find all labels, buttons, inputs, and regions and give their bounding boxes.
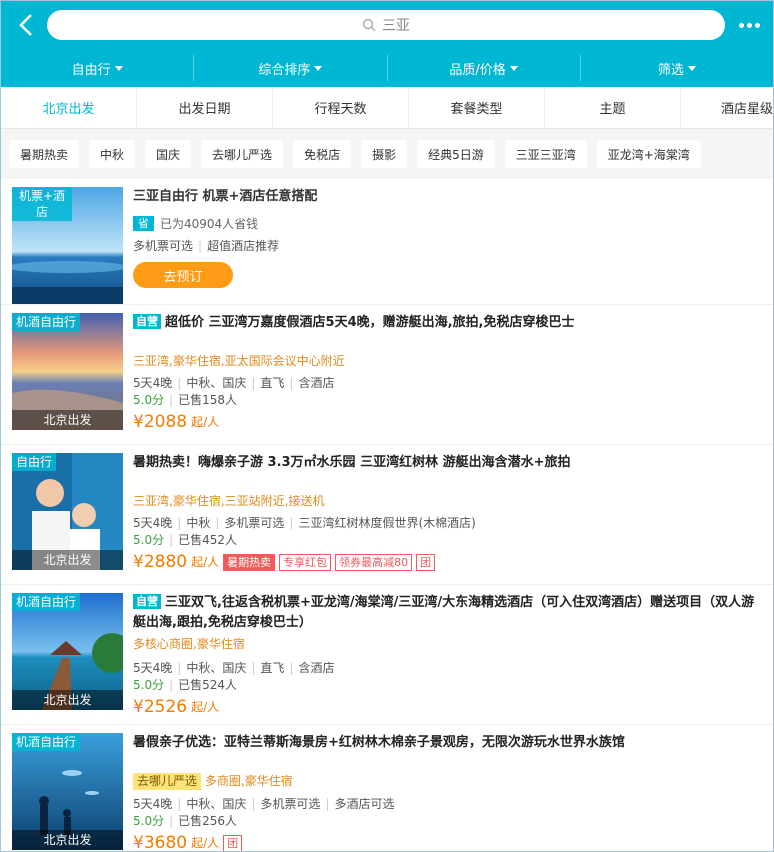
caret-down-icon xyxy=(314,65,323,71)
header: 三亚 xyxy=(1,1,773,49)
group-tag: 团 xyxy=(416,553,436,571)
product-image: 机酒自由行 北京出发 xyxy=(12,733,123,850)
meta-row: 5天4晚 | 中秋、国庆 | 直飞 | 含酒店 xyxy=(133,661,335,675)
app-frame: 三亚 自由行 综合排序 品质/价格 筛选 北京出发 出发日期 行程天数 套餐类型… xyxy=(0,0,774,852)
filter-sort[interactable]: 综合排序 xyxy=(194,55,388,81)
product-image: 自由行 北京出发 xyxy=(12,453,123,570)
score-row: 5.0分 | 已售524人 xyxy=(133,678,238,692)
caret-down-icon xyxy=(687,65,696,71)
filter-screen[interactable]: 筛选 xyxy=(581,55,773,81)
chip[interactable]: 免税店 xyxy=(293,140,352,168)
tab-date[interactable]: 出发日期 xyxy=(137,87,273,128)
chip[interactable]: 中秋 xyxy=(89,140,136,168)
self-operated-badge: 自营 xyxy=(133,314,161,329)
score-row: 5.0分 | 已售158人 xyxy=(133,393,238,407)
promo-tag: 领券最高减80 xyxy=(335,553,413,571)
chip[interactable]: 暑期热卖 xyxy=(9,140,80,168)
tab-hotel-star[interactable]: 酒店星级 xyxy=(681,87,773,128)
product-desc: 多机票可选 | 超值酒店推荐 xyxy=(133,239,280,253)
location: 多核心商圈,豪华住宿 xyxy=(133,637,245,651)
product-info: 自营 超低价 三亚湾万嘉度假酒店5天4晚，赠游艇出海,旅拍,免税店穿梭巴士 三亚湾… xyxy=(123,313,773,444)
save-row: 省 已为40904人省钱 xyxy=(133,215,765,232)
chip[interactable]: 三亚三亚湾 xyxy=(504,140,587,168)
qunar-select-badge: 去哪儿严选 xyxy=(133,773,202,790)
price: ¥3680 起/人 团 xyxy=(133,832,765,851)
group-tag: 团 xyxy=(223,834,243,851)
product-info: 暑期热卖！嗨爆亲子游 3.3万㎡水乐园 三亚湾红树林 游艇出海含潜水+旅拍 三亚… xyxy=(123,453,773,584)
search-icon xyxy=(362,18,376,32)
tab-bar: 北京出发 出发日期 行程天数 套餐类型 主题 酒店星级 xyxy=(1,87,773,129)
price: ¥2088 起/人 xyxy=(133,412,220,432)
product-list: 机票+酒店 三亚自由行 机票+酒店任意搭配 省 已为40904人省钱 多机票可选… xyxy=(1,179,773,851)
chip[interactable]: 去哪儿严选 xyxy=(201,140,284,168)
list-item[interactable]: 自由行 北京出发 暑期热卖！嗨爆亲子游 3.3万㎡水乐园 三亚湾红树林 游艇出海… xyxy=(1,445,773,585)
quick-tags: 暑期热卖 中秋 国庆 去哪儿严选 免税店 摄影 经典5日游 三亚三亚湾 亚龙湾+… xyxy=(1,129,773,179)
product-info: 自营 三亚双飞,往返含税机票+亚龙湾/海棠湾/三亚湾/大东海精选酒店（可入住双湾酒… xyxy=(123,593,773,724)
list-item[interactable]: 机酒自由行 北京出发 自营 三亚双飞,往返含税机票+亚龙湾/海棠湾/三亚湾/大东海… xyxy=(1,585,773,725)
chip[interactable]: 亚龙湾+海棠湾 xyxy=(596,140,701,168)
back-button[interactable] xyxy=(11,10,41,40)
caret-down-icon xyxy=(509,65,518,71)
caret-down-icon xyxy=(114,65,123,71)
product-type-tag: 机酒自由行 xyxy=(12,313,81,331)
score-row: 5.0分 | 已售452人 xyxy=(133,533,238,547)
save-text: 已为40904人省钱 xyxy=(160,217,259,231)
score-row: 5.0分 | 已售256人 xyxy=(133,814,238,828)
product-type-tag: 自由行 xyxy=(12,453,57,471)
price: ¥2880 起/人 暑期热卖 专享红包 领券最高减80 团 xyxy=(133,551,765,573)
product-type-tag: 机票+酒店 xyxy=(12,187,72,221)
tab-days[interactable]: 行程天数 xyxy=(273,87,409,128)
chevron-left-icon xyxy=(19,14,32,36)
product-info: 暑假亲子优选：亚特兰蒂斯海景房+红树林木棉亲子景观房，无限次游玩水世界水族馆 去… xyxy=(123,733,773,851)
tab-package[interactable]: 套餐类型 xyxy=(409,87,545,128)
self-operated-badge: 自营 xyxy=(133,594,161,609)
search-text: 三亚 xyxy=(382,18,410,34)
location: 三亚湾,豪华住宿,三亚站附近,接送机 xyxy=(133,494,325,508)
departure-label: 北京出发 xyxy=(12,410,123,430)
meta-row: 5天4晚 | 中秋、国庆 | 多机票可选 | 多酒店可选 xyxy=(133,797,395,811)
product-title: 自营 超低价 三亚湾万嘉度假酒店5天4晚，赠游艇出海,旅拍,免税店穿梭巴士 xyxy=(133,313,765,333)
meta-row: 5天4晚 | 中秋 | 多机票可选 | 三亚湾红树林度假世界(木棉酒店) xyxy=(133,516,476,530)
product-title: 三亚自由行 机票+酒店任意搭配 xyxy=(133,189,318,204)
product-title: 暑假亲子优选：亚特兰蒂斯海景房+红树林木棉亲子景观房，无限次游玩水世界水族馆 xyxy=(133,735,625,750)
filter-type[interactable]: 自由行 xyxy=(1,55,195,81)
product-type-tag: 机酒自由行 xyxy=(12,733,81,751)
location: 三亚湾,豪华住宿,亚太国际会议中心附近 xyxy=(133,354,345,368)
chip[interactable]: 经典5日游 xyxy=(417,140,495,168)
promo-tag: 专享红包 xyxy=(279,553,332,571)
more-icon[interactable] xyxy=(735,22,763,28)
book-button[interactable]: 去预订 xyxy=(133,262,233,288)
product-image: 机酒自由行 北京出发 xyxy=(12,313,123,430)
chip[interactable]: 摄影 xyxy=(361,140,408,168)
list-item[interactable]: 机酒自由行 北京出发 暑假亲子优选：亚特兰蒂斯海景房+红树林木棉亲子景观房，无限… xyxy=(1,725,773,851)
departure-label: 北京出发 xyxy=(12,690,123,710)
departure-label: 北京出发 xyxy=(12,830,123,850)
save-badge: 省 xyxy=(133,216,154,231)
list-item-featured[interactable]: 机票+酒店 三亚自由行 机票+酒店任意搭配 省 已为40904人省钱 多机票可选… xyxy=(1,179,773,305)
product-image: 机酒自由行 北京出发 xyxy=(12,593,123,710)
product-title: 自营 三亚双飞,往返含税机票+亚龙湾/海棠湾/三亚湾/大东海精选酒店（可入住双湾酒… xyxy=(133,594,755,630)
product-type-tag: 机酒自由行 xyxy=(12,593,81,611)
product-image: 机票+酒店 xyxy=(12,187,123,304)
search-input[interactable]: 三亚 xyxy=(47,10,725,40)
list-item[interactable]: 机酒自由行 北京出发 自营 超低价 三亚湾万嘉度假酒店5天4晚，赠游艇出海,旅拍,… xyxy=(1,305,773,445)
price: ¥2526 起/人 xyxy=(133,697,220,717)
departure-label: 北京出发 xyxy=(12,550,123,570)
promo-tag: 暑期热卖 xyxy=(223,553,276,571)
filter-bar: 自由行 综合排序 品质/价格 筛选 xyxy=(1,49,773,87)
meta-row: 5天4晚 | 中秋、国庆 | 直飞 | 含酒店 xyxy=(133,376,335,390)
product-title: 暑期热卖！嗨爆亲子游 3.3万㎡水乐园 三亚湾红树林 游艇出海含潜水+旅拍 xyxy=(133,455,571,470)
filter-quality-price[interactable]: 品质/价格 xyxy=(388,55,581,81)
tab-departure[interactable]: 北京出发 xyxy=(1,87,137,128)
product-info: 三亚自由行 机票+酒店任意搭配 省 已为40904人省钱 多机票可选 | 超值酒店推… xyxy=(123,187,773,304)
chip[interactable]: 国庆 xyxy=(145,140,192,168)
location: 去哪儿严选 多商圈,豪华住宿 xyxy=(133,773,765,790)
tab-theme[interactable]: 主题 xyxy=(545,87,681,128)
